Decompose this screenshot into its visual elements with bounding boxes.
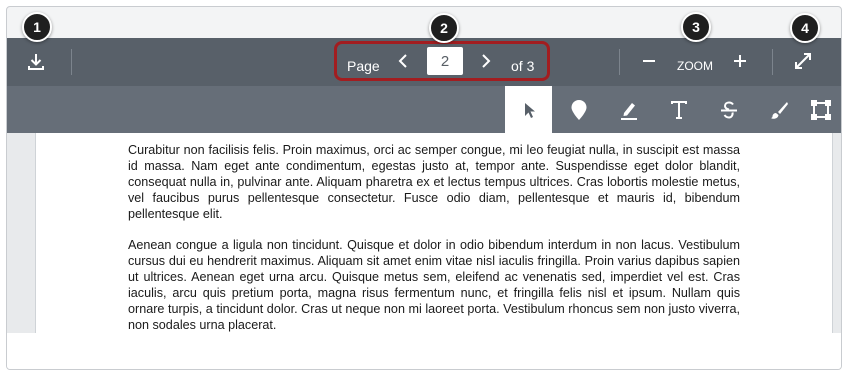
toolbar-divider [71, 49, 72, 75]
draw-tool[interactable] [755, 86, 802, 133]
strikeout-tool[interactable] [705, 86, 752, 133]
text-icon [670, 100, 687, 119]
map-pin-icon [571, 99, 586, 120]
toolbar-divider [772, 49, 773, 75]
highlight-tool[interactable] [605, 86, 652, 133]
document-paragraph-2: Aenean congue a ligula non tincidunt. Qu… [128, 238, 740, 332]
point-tool[interactable] [555, 86, 602, 133]
select-tool[interactable] [505, 86, 552, 133]
brush-icon [770, 101, 788, 119]
callout-badge-1: 1 [22, 12, 52, 42]
zoom-out-button[interactable] [637, 47, 661, 75]
callout-badge-4: 4 [790, 13, 820, 43]
fullscreen-button[interactable] [789, 47, 817, 75]
strikethrough-icon [720, 100, 737, 119]
plus-icon [734, 55, 746, 67]
callout-badge-3: 3 [681, 12, 711, 42]
zoom-in-button[interactable] [728, 47, 752, 75]
download-icon [28, 54, 44, 70]
page-navigation-highlight [334, 41, 550, 81]
document-viewer: Page of 3 ZOOM [6, 6, 842, 370]
callout-badge-2: 2 [429, 13, 459, 43]
expand-icon [795, 53, 811, 69]
highlighter-icon [620, 102, 637, 120]
cursor-icon [524, 102, 535, 118]
toolbar-divider [619, 49, 620, 75]
area-box-icon [810, 99, 831, 120]
text-tool[interactable] [655, 86, 702, 133]
area-tool[interactable] [797, 86, 841, 133]
viewer-footer [7, 333, 841, 369]
minus-icon [643, 60, 655, 62]
download-button[interactable] [21, 47, 51, 77]
document-paragraph-1: Curabitur non facilisis felis. Proin max… [128, 143, 740, 221]
zoom-label: ZOOM [677, 59, 713, 73]
